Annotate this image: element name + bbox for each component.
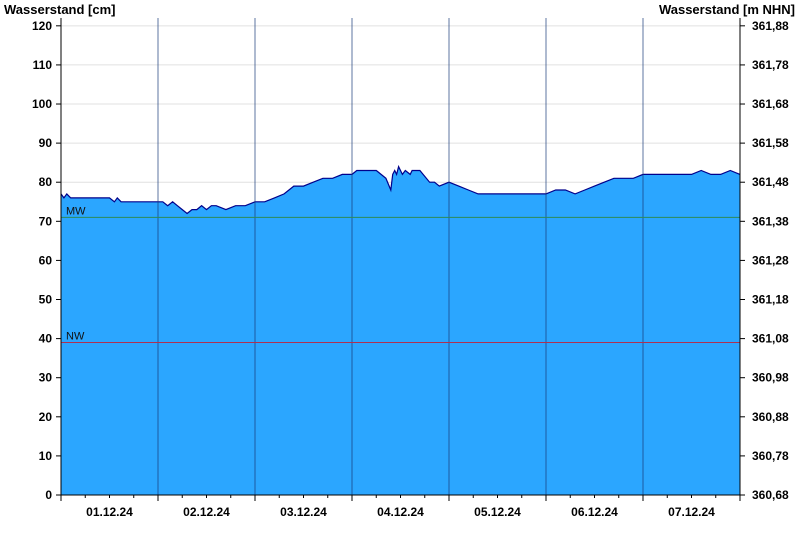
- y-left-tick-label: 110: [33, 58, 53, 72]
- ref-label-mw: MW: [66, 205, 86, 217]
- y-right-tick-label: 360,78: [752, 449, 789, 463]
- y-right-tick-label: 361,08: [752, 332, 789, 346]
- y-right-tick-label: 361,38: [752, 214, 789, 228]
- y-right-tick-label: 361,88: [752, 19, 789, 33]
- y-left-tick-label: 10: [39, 449, 53, 463]
- y-right-tick-label: 361,68: [752, 97, 789, 111]
- y-left-tick-label: 20: [39, 410, 53, 424]
- y-left-tick-label: 40: [39, 332, 53, 346]
- y-left-tick-label: 0: [45, 488, 52, 502]
- water-level-series: [60, 164, 741, 495]
- x-tick-label: 01.12.24: [86, 505, 133, 519]
- water-level-chart: MW NW 0 360,68 10 360,78 20 360,88 30 360,98 40 36…: [4, 2, 795, 519]
- y-right-tick-label: 361,58: [752, 136, 789, 150]
- x-tick-label: 04.12.24: [377, 505, 424, 519]
- ref-label-nw: NW: [66, 331, 85, 343]
- y-left-tick-label: 70: [39, 214, 53, 228]
- x-tick-label: 05.12.24: [474, 505, 521, 519]
- y-right-tick-label: 360,98: [752, 371, 789, 385]
- y-axis-left-label: Wasserstand [cm]: [4, 2, 116, 17]
- x-tick-label: 07.12.24: [668, 505, 715, 519]
- y-left-tick-label: 90: [39, 136, 53, 150]
- y-right-tick-label: 360,88: [752, 410, 789, 424]
- y-left-tick-label: 50: [39, 293, 53, 307]
- y-right-tick-label: 361,78: [752, 58, 789, 72]
- x-tick-label: 03.12.24: [280, 505, 327, 519]
- y-left-tick-label: 80: [39, 175, 53, 189]
- y-axis-right-label: Wasserstand [m NHN]: [659, 2, 795, 17]
- y-right-tick-label: 361,28: [752, 253, 789, 267]
- y-right-tick-label: 360,68: [752, 488, 789, 502]
- x-tick-label: 06.12.24: [571, 505, 618, 519]
- y-left-tick-label: 120: [32, 19, 52, 33]
- x-tick-label: 02.12.24: [183, 505, 230, 519]
- y-right-tick-label: 361,18: [752, 293, 789, 307]
- y-left-tick-label: 30: [39, 371, 53, 385]
- y-left-tick-label: 100: [32, 97, 52, 111]
- y-left-tick-label: 60: [39, 253, 53, 267]
- y-right-tick-label: 361,48: [752, 175, 789, 189]
- water-level-area: [61, 166, 740, 495]
